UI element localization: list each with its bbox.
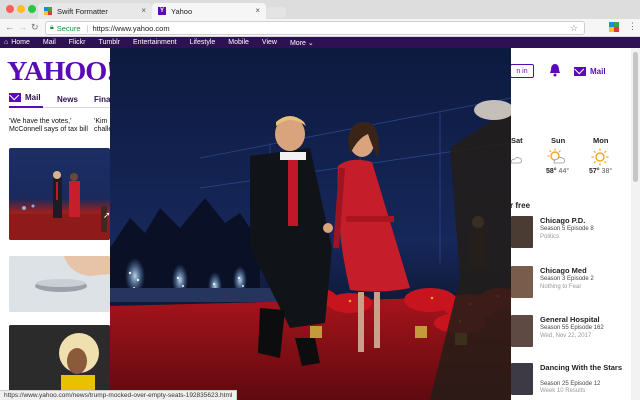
sunny-icon: [591, 148, 609, 166]
mail-icon: [9, 93, 21, 102]
high-temp: 57°: [589, 168, 600, 175]
mail-icon: [574, 67, 586, 76]
mail-link-label: Mail: [590, 67, 606, 76]
free-shows-heading: r free: [510, 201, 531, 210]
tab-swift-formatter[interactable]: Swift Formatter ×: [38, 3, 152, 19]
forward-icon[interactable]: →: [18, 22, 27, 32]
show-meta: Nothing to Fear: [540, 284, 582, 290]
low-temp: 38°: [601, 168, 613, 175]
tab-finance[interactable]: Fina: [94, 95, 110, 104]
show-poster: [511, 266, 533, 298]
sign-in-button[interactable]: n in: [510, 64, 534, 78]
show-episode: Season 5 Episode 8: [540, 226, 594, 232]
nav-item-flickr[interactable]: Flickr: [69, 39, 86, 46]
show-poster: [511, 363, 533, 395]
weather-day: Mon: [593, 136, 609, 145]
news-thumbnail[interactable]: ➚: [9, 148, 110, 240]
close-window-button[interactable]: [6, 5, 14, 13]
divider: |: [86, 23, 89, 33]
show-episode: Season 55 Episode 162: [540, 325, 604, 331]
nav-label: Home: [11, 39, 30, 46]
tab-title: Yahoo: [171, 6, 193, 16]
nav-item-mobile[interactable]: Mobile: [228, 39, 249, 46]
mail-tab-label: Mail: [25, 93, 41, 102]
nav-item-entertainment[interactable]: Entertainment: [133, 39, 177, 46]
page-scrollbar-thumb[interactable]: [633, 52, 638, 182]
nav-item-lifestyle[interactable]: Lifestyle: [190, 39, 216, 46]
status-bar-url: https://www.yahoo.com/news/trump-mocked-…: [0, 390, 238, 400]
show-item[interactable]: Chicago P.D. Season 5 Episode 8 Politics: [511, 216, 631, 252]
mail-link[interactable]: Mail: [574, 67, 606, 76]
active-tab-indicator: [9, 106, 43, 108]
low-temp: 44°: [558, 168, 570, 175]
extension-icon[interactable]: [609, 22, 619, 32]
weather-temp: 57° 38°: [589, 168, 612, 175]
back-icon[interactable]: ←: [5, 22, 14, 32]
minimize-window-button[interactable]: [17, 5, 25, 13]
headline-line: 'We have the votes,': [9, 118, 72, 125]
bookmark-star-icon[interactable]: ☆: [570, 23, 578, 34]
chevron-down-icon: ⌄: [307, 39, 314, 47]
show-title: Dancing With the Stars: [540, 363, 623, 372]
show-item[interactable]: Chicago Med Season 3 Episode 2 Nothing t…: [511, 266, 631, 302]
nav-item-tumblr[interactable]: Tumblr: [98, 39, 120, 46]
nav-item-view[interactable]: View: [262, 39, 277, 46]
show-title: General Hospital: [540, 315, 600, 324]
nav-item-home[interactable]: ⌂ Home: [4, 39, 30, 46]
yahoo-top-nav: ⌂ Home Mail Flickr Tumblr Entertainment L…: [0, 37, 640, 48]
yahoo-logo[interactable]: YAHOO!: [7, 56, 116, 87]
show-meta: Wed, Nov 22, 2017: [540, 333, 592, 339]
menu-kebab-icon[interactable]: ⋮: [628, 21, 637, 32]
news-thumbnail[interactable]: [9, 325, 110, 395]
show-title: Chicago P.D.: [540, 216, 586, 225]
news-photo: [110, 48, 511, 400]
show-title: Chicago Med: [540, 266, 587, 275]
secure-label: Secure: [56, 23, 81, 33]
zoom-window-button[interactable]: [28, 5, 36, 13]
mail-tab[interactable]: Mail: [9, 93, 41, 102]
show-item[interactable]: Dancing With the Stars Season 25 Episode…: [511, 363, 631, 395]
new-tab-button[interactable]: [266, 7, 286, 18]
lock-icon: 🔒︎: [50, 24, 54, 31]
headline-link[interactable]: 'We have the votes,' McConnell says of t…: [9, 118, 88, 134]
show-item[interactable]: General Hospital Season 55 Episode 162 W…: [511, 315, 631, 351]
weather-day: Sun: [551, 136, 566, 145]
show-poster: [511, 216, 533, 248]
address-bar[interactable]: 🔒︎ Secure | https://www.yahoo.com ☆: [45, 21, 585, 35]
nav-item-more[interactable]: More ⌄: [290, 39, 314, 47]
news-photo-overlay[interactable]: [110, 48, 511, 400]
tab-strip: Swift Formatter × Y Yahoo ×: [0, 0, 640, 19]
show-episode: Season 3 Episode 2: [540, 276, 594, 282]
close-tab-icon[interactable]: ×: [141, 6, 146, 15]
tab-yahoo[interactable]: Y Yahoo ×: [152, 3, 266, 19]
headline-line: McConnell says of tax bill: [9, 126, 88, 133]
swift-formatter-favicon: [44, 7, 52, 15]
close-tab-icon[interactable]: ×: [255, 6, 260, 15]
reload-icon[interactable]: ↻: [31, 22, 39, 33]
weather-temp: 58° 44°: [546, 168, 569, 175]
show-episode: Season 25 Episode 12: [540, 381, 601, 387]
tab-title: Swift Formatter: [57, 6, 108, 16]
notifications-bell-icon[interactable]: [548, 63, 562, 77]
show-meta: Week 10 Results: [540, 388, 586, 394]
home-icon: ⌂: [4, 39, 9, 46]
url-text: https://www.yahoo.com: [92, 23, 170, 33]
high-temp: 58°: [546, 168, 557, 175]
show-poster: [511, 315, 533, 347]
nav-item-mail[interactable]: Mail: [43, 39, 56, 46]
weather-day: Sat: [511, 136, 523, 145]
show-meta: Politics: [540, 234, 560, 240]
nav-label: More: [289, 39, 306, 47]
yahoo-favicon: Y: [158, 7, 166, 15]
tab-news[interactable]: News: [57, 95, 78, 104]
browser-toolbar: ← → ↻ 🔒︎ Secure | https://www.yahoo.com …: [0, 19, 640, 37]
partly-cloudy-icon: [547, 148, 565, 164]
news-thumbnail[interactable]: [9, 256, 110, 312]
mouse-cursor-icon: ➚: [103, 210, 110, 220]
